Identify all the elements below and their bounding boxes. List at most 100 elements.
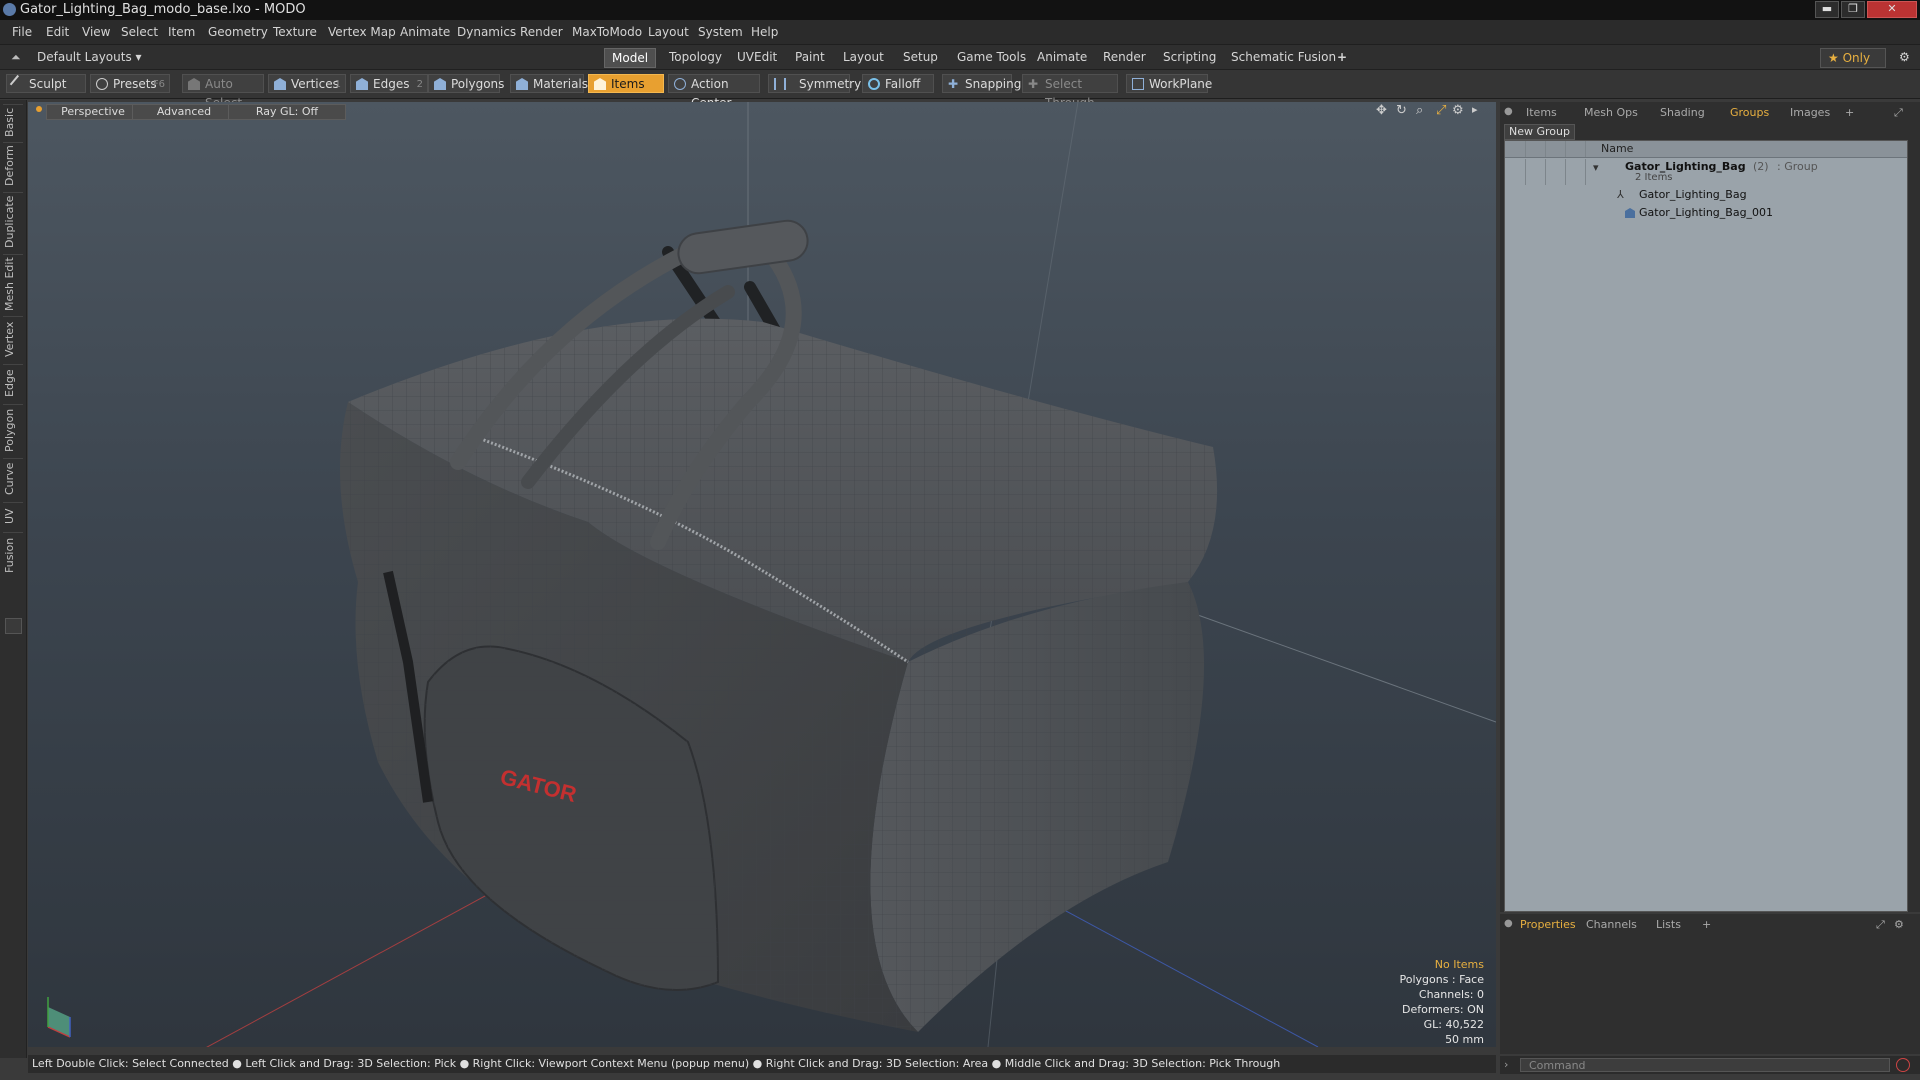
sculpt-label: Sculpt xyxy=(29,77,67,91)
vtab-duplicate[interactable]: Duplicate xyxy=(3,192,23,251)
add-props-tab-button[interactable]: + xyxy=(1702,917,1711,933)
lock-column-icon[interactable] xyxy=(1545,141,1566,157)
visibility-column-icon[interactable] xyxy=(1505,141,1526,157)
select-toggle-icon[interactable] xyxy=(1565,159,1586,185)
panel-expand-icon[interactable]: ⤢ xyxy=(1894,105,1903,121)
render-column-icon[interactable] xyxy=(1525,141,1546,157)
menu-item[interactable]: Item xyxy=(168,25,195,39)
menu-texture[interactable]: Texture xyxy=(273,25,317,39)
tab-properties[interactable]: Properties xyxy=(1520,917,1576,933)
edges-label: Edges xyxy=(373,77,410,91)
snapping-label: Snapping xyxy=(965,77,1022,91)
tab-layout[interactable]: Layout xyxy=(836,48,891,66)
tab-groups[interactable]: Groups xyxy=(1730,105,1769,121)
action-center-button[interactable]: Action Center xyxy=(668,74,760,110)
minimize-button[interactable]: ▬ xyxy=(1815,1,1839,18)
palette-toggle-button[interactable] xyxy=(5,618,22,634)
symmetry-button[interactable]: Symmetry xyxy=(768,74,861,93)
scene-render: GATOR xyxy=(47,102,1496,1047)
falloff-button[interactable]: Falloff xyxy=(862,74,934,93)
tab-scripting[interactable]: Scripting xyxy=(1156,48,1223,66)
locator-icon: ⅄ xyxy=(1617,188,1624,201)
auto-select-button[interactable]: Auto Select xyxy=(182,74,264,110)
menu-select[interactable]: Select xyxy=(121,25,158,39)
tab-paint[interactable]: Paint xyxy=(788,48,832,66)
eye-icon[interactable] xyxy=(1505,159,1526,185)
tab-topology[interactable]: Topology xyxy=(662,48,729,66)
vtab-vertex[interactable]: Vertex xyxy=(3,316,23,361)
gear-icon[interactable]: ⚙ xyxy=(1892,48,1917,66)
new-group-button[interactable]: New Group xyxy=(1504,124,1575,140)
tab-setup[interactable]: Setup xyxy=(896,48,945,66)
tab-render[interactable]: Render xyxy=(1096,48,1153,66)
vtab-fusion[interactable]: Fusion xyxy=(3,532,23,577)
workplane-label: WorkPlane xyxy=(1149,77,1213,91)
tab-game-tools[interactable]: Game Tools xyxy=(950,48,1033,66)
tab-images[interactable]: Images xyxy=(1790,105,1830,121)
tab-mesh-ops[interactable]: Mesh Ops xyxy=(1584,105,1638,121)
presets-button[interactable]: Presets F6 xyxy=(90,74,170,93)
render-toggle-icon[interactable] xyxy=(1525,159,1546,185)
lock-toggle-icon[interactable] xyxy=(1545,159,1566,185)
add-tab-button[interactable]: + xyxy=(1845,105,1854,121)
polygons-button[interactable]: Polygons xyxy=(428,74,504,93)
menu-geometry[interactable]: Geometry xyxy=(208,25,268,39)
items-button[interactable]: Items xyxy=(588,74,664,93)
tab-uvedit[interactable]: UVEdit xyxy=(730,48,784,66)
vtab-edge[interactable]: Edge xyxy=(3,364,23,401)
tab-shading[interactable]: Shading xyxy=(1660,105,1705,121)
sculpt-button[interactable]: Sculpt xyxy=(6,74,86,94)
select-through-button[interactable]: ✚Select Through xyxy=(1022,74,1118,110)
tab-lists[interactable]: Lists xyxy=(1656,917,1681,933)
vtab-mesh-edit[interactable]: Mesh Edit xyxy=(3,254,23,313)
vtab-basic[interactable]: Basic xyxy=(3,104,23,139)
props-expand-icon[interactable]: ⤢ xyxy=(1876,917,1885,933)
command-history-icon[interactable]: › xyxy=(1504,1058,1508,1071)
vertices-shortcut: 1 xyxy=(334,79,341,90)
select-column-icon[interactable] xyxy=(1565,141,1586,157)
menu-file[interactable]: File xyxy=(12,25,32,39)
command-input[interactable]: Command xyxy=(1520,1058,1890,1072)
vtab-uv[interactable]: UV xyxy=(3,502,23,529)
name-column-header[interactable]: Name xyxy=(1601,142,1633,155)
edges-button[interactable]: Edges 2 xyxy=(350,74,428,93)
menu-help[interactable]: Help xyxy=(751,25,778,39)
vertices-button[interactable]: Vertices 1 xyxy=(268,74,346,93)
menu-animate[interactable]: Animate xyxy=(400,25,450,39)
materials-button[interactable]: Materials xyxy=(510,74,588,93)
restore-button[interactable]: ❐ xyxy=(1841,1,1865,18)
menu-maxtomodo[interactable]: MaxToModo xyxy=(572,25,642,39)
menu-system[interactable]: System xyxy=(698,25,743,39)
tab-model[interactable]: Model xyxy=(604,48,657,68)
props-menu-icon[interactable]: ● xyxy=(1504,918,1513,929)
menu-vertex-map[interactable]: Vertex Map xyxy=(328,25,396,39)
3d-viewport[interactable]: Perspective Advanced Ray GL: Off ✥ ↻ ⌕ ⤢… xyxy=(28,102,1496,1047)
add-layout-button[interactable]: + xyxy=(1330,48,1354,66)
vtab-curve[interactable]: Curve xyxy=(3,458,23,499)
menu-dynamics[interactable]: Dynamics xyxy=(457,25,516,39)
menu-layout[interactable]: Layout xyxy=(648,25,689,39)
vtab-polygon[interactable]: Polygon xyxy=(3,404,23,455)
tool-bar: Sculpt PresetsF6 Auto Select Vertices1 E… xyxy=(0,70,1920,110)
vtab-deform[interactable]: Deform xyxy=(3,142,23,189)
menu-edit[interactable]: Edit xyxy=(46,25,69,39)
tab-channels[interactable]: Channels xyxy=(1586,917,1637,933)
panel-menu-icon[interactable]: ● xyxy=(1504,106,1513,117)
default-layouts-dropdown[interactable]: Default Layouts ▾ xyxy=(30,48,149,66)
group-row[interactable]: ▾ Gator_Lighting_Bag (2) : Group 2 Items xyxy=(1505,159,1907,185)
group-child-row[interactable]: ⅄ Gator_Lighting_Bag xyxy=(1505,187,1907,204)
menu-view[interactable]: View xyxy=(82,25,110,39)
props-gear-icon[interactable]: ⚙ xyxy=(1894,917,1904,933)
layout-collapse-icon[interactable]: ⏶ xyxy=(4,48,28,66)
record-icon[interactable] xyxy=(1896,1058,1910,1072)
group-child-row[interactable]: Gator_Lighting_Bag_001 xyxy=(1505,205,1907,222)
only-toggle[interactable]: ★ Only xyxy=(1820,48,1886,68)
tab-animate[interactable]: Animate xyxy=(1030,48,1094,66)
tab-schematic-fusion[interactable]: Schematic Fusion xyxy=(1224,48,1343,66)
expand-arrow-icon[interactable]: ▾ xyxy=(1593,161,1599,174)
close-button[interactable]: ✕ xyxy=(1867,1,1917,18)
menu-render[interactable]: Render xyxy=(520,25,563,39)
workplane-button[interactable]: WorkPlane xyxy=(1126,74,1212,93)
tab-items[interactable]: Items xyxy=(1526,105,1557,121)
snapping-button[interactable]: ✚ Snapping xyxy=(942,74,1021,93)
